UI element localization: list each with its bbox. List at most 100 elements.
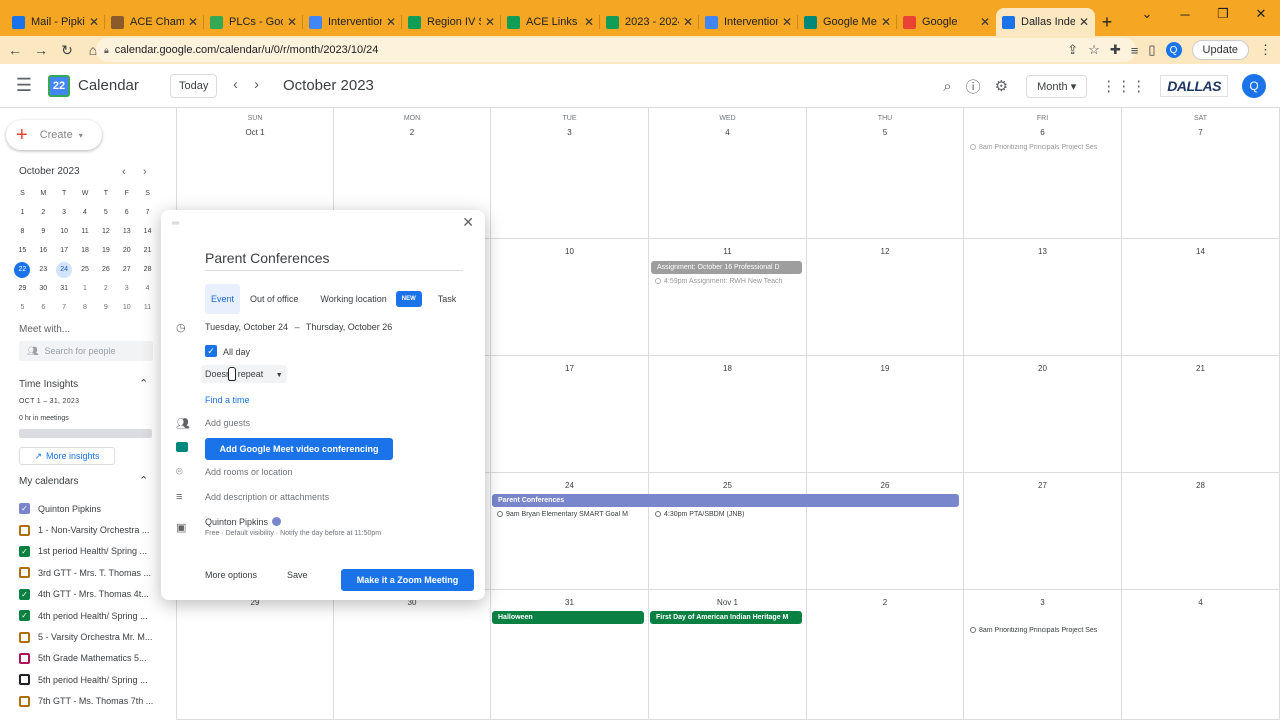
- all-day-checkbox[interactable]: ✓: [205, 345, 217, 357]
- mini-day[interactable]: 27: [116, 262, 137, 278]
- settings-gear-icon[interactable]: ⚙: [995, 77, 1008, 95]
- mini-day[interactable]: 16: [33, 243, 54, 259]
- day-cell[interactable]: 3: [964, 590, 1122, 720]
- end-date[interactable]: Thursday, October 26: [306, 322, 392, 332]
- day-number[interactable]: 2: [807, 598, 963, 607]
- browser-tab[interactable]: Region IV Sim ✕: [402, 8, 501, 36]
- zoom-meeting-button[interactable]: Make it a Zoom Meeting: [341, 569, 474, 591]
- day-cell[interactable]: 18: [649, 356, 807, 473]
- mini-day[interactable]: 4: [137, 281, 158, 297]
- calendar-checkbox[interactable]: ✓: [19, 503, 30, 515]
- mini-day[interactable]: 5: [95, 205, 116, 221]
- browser-tab[interactable]: Intervention Tr ✕: [303, 8, 402, 36]
- tab-task[interactable]: Task: [432, 284, 463, 314]
- back-icon[interactable]: ←: [4, 42, 26, 58]
- day-cell[interactable]: 11: [649, 239, 807, 356]
- find-a-time-link[interactable]: Find a time: [205, 395, 250, 405]
- browser-tab[interactable]: Dallas Indepen ✕: [996, 8, 1095, 36]
- browser-tab[interactable]: Intervention Tr ✕: [699, 8, 798, 36]
- day-number[interactable]: 2: [334, 128, 490, 137]
- day-cell[interactable]: 2: [807, 590, 964, 720]
- calendar-list-item[interactable]: ✓ 4th period Health/ Spring ...: [19, 605, 159, 626]
- tab-close-icon[interactable]: ✕: [683, 15, 693, 29]
- day-cell[interactable]: 27: [964, 473, 1122, 590]
- day-number[interactable]: 24: [491, 481, 648, 490]
- collapse-calendars-icon[interactable]: ⌃: [139, 474, 148, 487]
- day-cell[interactable]: 14: [1122, 239, 1280, 356]
- day-cell[interactable]: 25: [649, 473, 807, 590]
- day-number[interactable]: 4: [1122, 598, 1279, 607]
- mini-day[interactable]: 17: [54, 243, 75, 259]
- event-bar[interactable]: Parent Conferences: [492, 494, 959, 507]
- day-number[interactable]: Nov 1: [649, 598, 806, 607]
- bookmark-star-icon[interactable]: ☆: [1088, 42, 1100, 58]
- mini-day[interactable]: 18: [75, 243, 96, 259]
- update-button[interactable]: Update: [1191, 40, 1249, 60]
- day-number[interactable]: 3: [964, 598, 1121, 607]
- day-number[interactable]: 12: [807, 247, 963, 256]
- mini-day[interactable]: 21: [137, 243, 158, 259]
- calendar-checkbox[interactable]: [19, 567, 30, 579]
- day-cell[interactable]: 26: [807, 473, 964, 590]
- minimize-icon[interactable]: ─: [1166, 0, 1204, 28]
- search-people-input[interactable]: 👥︎ Search for people: [19, 341, 153, 361]
- day-number[interactable]: 21: [1122, 364, 1279, 373]
- save-button[interactable]: Save: [287, 570, 308, 580]
- day-cell[interactable]: 21: [1122, 356, 1280, 473]
- start-date[interactable]: Tuesday, October 24: [205, 322, 288, 332]
- calendar-list-item[interactable]: 3rd GTT - Mrs. T. Thomas ...: [19, 562, 159, 583]
- main-menu-icon[interactable]: ☰: [0, 75, 48, 96]
- mini-day[interactable]: 9: [95, 300, 116, 316]
- tab-search-icon[interactable]: ⌄: [1128, 0, 1166, 28]
- account-avatar[interactable]: Q: [1242, 74, 1266, 98]
- event-line[interactable]: 8am Prioritizing Principals Project Ses: [970, 627, 1118, 634]
- day-number[interactable]: 27: [964, 481, 1121, 490]
- event-bar[interactable]: Halloween: [492, 611, 644, 624]
- today-button[interactable]: Today: [170, 74, 218, 98]
- reading-list-icon[interactable]: ≡: [1131, 43, 1139, 58]
- mini-day[interactable]: 30: [33, 281, 54, 297]
- calendar-list-item[interactable]: ✓ 1st period Health/ Spring ...: [19, 541, 159, 562]
- mini-day[interactable]: 31: [54, 281, 75, 297]
- mini-day[interactable]: 3: [54, 205, 75, 221]
- calendar-list-item[interactable]: ✓ 4th GTT - Mrs. Thomas 4t...: [19, 584, 159, 605]
- mini-day[interactable]: 14: [137, 224, 158, 240]
- day-number[interactable]: 10: [491, 247, 648, 256]
- date-range[interactable]: Tuesday, October 24 – Thursday, October …: [205, 322, 392, 332]
- tab-close-icon[interactable]: ✕: [485, 15, 495, 29]
- mini-next-icon[interactable]: ›: [143, 166, 147, 178]
- mini-day[interactable]: 20: [116, 243, 137, 259]
- mini-day[interactable]: 13: [116, 224, 137, 240]
- close-window-icon[interactable]: ✕: [1242, 0, 1280, 28]
- event-title-input[interactable]: Parent Conferences: [205, 250, 463, 271]
- mini-day[interactable]: 23: [33, 262, 54, 278]
- calendar-list-item[interactable]: 1 - Non-Varsity Orchestra ...: [19, 519, 159, 540]
- add-meet-button[interactable]: Add Google Meet video conferencing: [205, 438, 393, 460]
- tab-close-icon[interactable]: ✕: [1079, 15, 1089, 29]
- event-line[interactable]: 8am Prioritizing Principals Project Ses: [970, 144, 1118, 151]
- tab-event[interactable]: Event: [205, 284, 241, 314]
- search-icon[interactable]: ⌕: [943, 78, 951, 95]
- day-cell[interactable]: Nov 1: [649, 590, 807, 720]
- mini-day[interactable]: 22: [14, 262, 31, 278]
- calendar-list-item[interactable]: 5th Grade Mathematics 5...: [19, 648, 159, 669]
- calendar-checkbox[interactable]: [19, 524, 30, 536]
- calendar-checkbox[interactable]: ✓: [19, 588, 30, 600]
- tab-working-location[interactable]: Working location NEW: [308, 284, 427, 314]
- day-cell[interactable]: 24: [491, 473, 649, 590]
- day-cell[interactable]: 4: [1122, 590, 1280, 720]
- calendar-checkbox[interactable]: [19, 631, 30, 643]
- calendar-list-item[interactable]: 5th period Health/ Spring ...: [19, 669, 159, 690]
- url-field[interactable]: 🔒︎ calendar.google.com/calendar/u/0/r/mo…: [96, 38, 1136, 62]
- mini-day[interactable]: 24: [56, 262, 73, 278]
- mini-day[interactable]: 7: [137, 205, 158, 221]
- browser-tab[interactable]: Google Meet ✕: [798, 8, 897, 36]
- mini-day[interactable]: 9: [33, 224, 54, 240]
- extensions-icon[interactable]: ✚: [1110, 42, 1121, 58]
- calendar-list-item[interactable]: ✓ Quinton Pipkins: [19, 498, 159, 519]
- tab-close-icon[interactable]: ✕: [584, 15, 594, 29]
- mini-day[interactable]: 6: [116, 205, 137, 221]
- day-cell[interactable]: 28: [1122, 473, 1280, 590]
- prev-month-icon[interactable]: ‹: [233, 76, 238, 93]
- mini-day[interactable]: 19: [95, 243, 116, 259]
